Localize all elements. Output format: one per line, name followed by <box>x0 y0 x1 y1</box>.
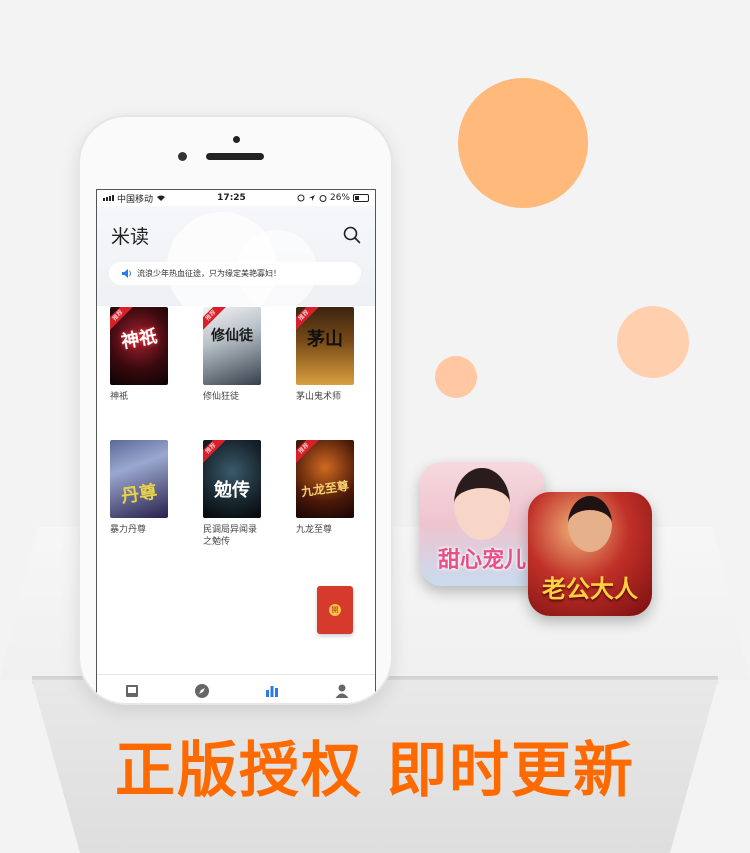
book-title[interactable]: 九龙至尊 <box>296 524 366 536</box>
book-cover[interactable]: 推荐 茅山 <box>296 307 354 385</box>
wifi-icon <box>157 195 166 201</box>
app-header: 米读 流浪少年热血征途，只为缘定美艳寡妇！ <box>97 206 375 322</box>
tab-bookshelf[interactable] <box>97 675 167 703</box>
chart-icon <box>266 686 278 697</box>
bookshelf-icon <box>126 685 138 697</box>
app-title: 米读 <box>111 226 150 248</box>
book-title[interactable]: 神祇 <box>110 391 180 403</box>
phone-sensor <box>233 136 240 143</box>
decor-circle-small <box>435 356 477 398</box>
app-screen: 中国移动 17:25 26% 米读 流浪少年热血征途，只为缘定美艳寡妇！ 推荐 … <box>96 189 376 703</box>
user-icon <box>335 684 349 698</box>
slogan: 正版授权 即时更新 <box>0 722 750 809</box>
tab-profile[interactable] <box>307 675 375 703</box>
cover-title: 神祇 <box>119 326 159 353</box>
book-item[interactable]: 推荐 神祇 神祇 <box>110 307 180 403</box>
promo-app-icon[interactable]: 甜心宠儿 <box>420 462 544 586</box>
battery-icon <box>353 194 369 202</box>
promo-app-icon[interactable]: 老公大人 <box>528 492 652 616</box>
book-item[interactable]: 推荐 九龙至尊 九龙至尊 <box>296 440 366 536</box>
book-cover[interactable]: 推荐 修仙徒 <box>203 307 261 385</box>
book-item[interactable]: 推荐 勉传 民调局异闻录之勉传 <box>203 440 273 548</box>
speaker-icon <box>122 269 131 278</box>
decor-circle-medium <box>617 306 689 378</box>
phone-mockup: 中国移动 17:25 26% 米读 流浪少年热血征途，只为缘定美艳寡妇！ 推荐 … <box>78 115 393 705</box>
tab-discover[interactable] <box>167 675 237 703</box>
signal-icon <box>103 195 114 201</box>
cover-title: 丹尊 <box>119 481 159 508</box>
recommend-badge: 推荐 <box>296 440 322 466</box>
book-item[interactable]: 推荐 茅山 茅山鬼术师 <box>296 307 366 403</box>
cover-character <box>454 468 510 540</box>
red-packet-seal: 開 <box>329 604 341 616</box>
book-title[interactable]: 民调局异闻录之勉传 <box>203 524 265 548</box>
cover-title: 茅山 <box>307 329 343 350</box>
status-time: 17:25 <box>217 193 246 203</box>
red-packet-button[interactable]: 開 <box>317 586 353 634</box>
recommend-badge: 推荐 <box>203 440 229 466</box>
book-item[interactable]: 丹尊 暴力丹尊 <box>110 440 180 536</box>
notice-text: 流浪少年热血征途，只为缘定美艳寡妇！ <box>137 269 281 278</box>
status-bar: 中国移动 17:25 26% <box>97 190 375 206</box>
book-title[interactable]: 茅山鬼术师 <box>296 391 366 403</box>
book-cover[interactable]: 推荐 神祇 <box>110 307 168 385</box>
carrier-label: 中国移动 <box>117 194 154 205</box>
cover-title: 修仙徒 <box>211 328 253 344</box>
promo-app-title: 老公大人 <box>542 574 638 603</box>
book-title[interactable]: 暴力丹尊 <box>110 524 180 536</box>
promo-app-title: 甜心宠儿 <box>437 547 526 573</box>
tab-rankings[interactable] <box>237 675 307 703</box>
phone-speaker <box>206 153 264 160</box>
phone-camera <box>178 152 187 161</box>
book-cover[interactable]: 推荐 九龙至尊 <box>296 440 354 518</box>
notice-bar[interactable]: 流浪少年热血征途，只为缘定美艳寡妇！ <box>109 262 361 285</box>
book-item[interactable]: 推荐 修仙徒 修仙狂徒 <box>203 307 273 403</box>
decor-circle-large <box>458 78 588 208</box>
cover-character <box>568 496 612 552</box>
search-icon[interactable] <box>343 226 361 244</box>
slogan-updates: 即时更新 <box>387 736 635 806</box>
tab-bar <box>97 674 375 703</box>
book-title[interactable]: 修仙狂徒 <box>203 391 273 403</box>
compass-icon <box>195 684 209 698</box>
book-cover[interactable]: 丹尊 <box>110 440 168 518</box>
location-icon <box>308 195 315 201</box>
cover-title: 勉传 <box>214 480 250 501</box>
book-cover[interactable]: 推荐 勉传 <box>203 440 261 518</box>
cover-title: 九龙至尊 <box>300 478 350 500</box>
alarm-icon <box>319 195 327 202</box>
battery-percent: 26% <box>329 193 350 203</box>
lock-rotation-icon <box>297 194 305 202</box>
slogan-licensed: 正版授权 <box>115 736 363 806</box>
